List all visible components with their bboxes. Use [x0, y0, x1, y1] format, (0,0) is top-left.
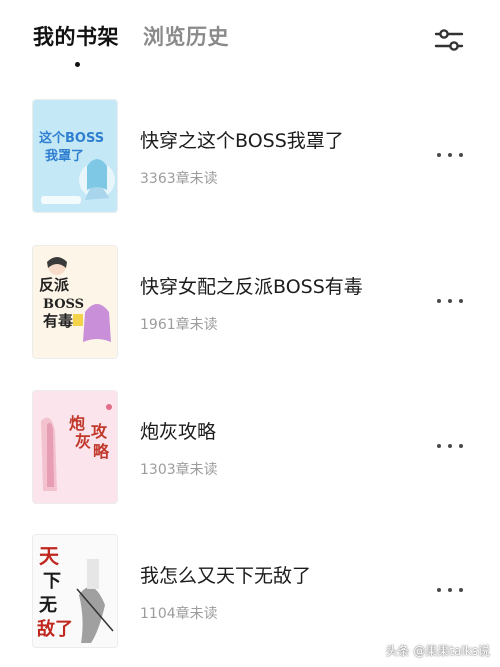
unread-chapters: 1303章未读 — [140, 462, 218, 478]
svg-text:灰: 灰 — [75, 432, 91, 451]
more-horizontal-icon — [437, 588, 441, 592]
watermark: 头条 @果果talks说 — [385, 644, 490, 658]
book-item[interactable]: 这个BOSS 我罩了 快穿之这个BOSS我罩了 3363章未读 — [0, 96, 500, 212]
more-options-button[interactable] — [437, 439, 463, 453]
book-title: 快穿之这个BOSS我罩了 — [140, 130, 344, 152]
book-cover: 天 下 无 敌了 — [33, 535, 117, 647]
tab-history[interactable]: 浏览历史 — [143, 22, 229, 52]
svg-text:炮: 炮 — [69, 414, 85, 433]
more-horizontal-icon — [437, 444, 441, 448]
book-item[interactable]: 天 下 无 敌了 我怎么又天下无敌了 1104章未读 — [0, 531, 500, 647]
svg-text:下: 下 — [43, 571, 61, 592]
more-options-button[interactable] — [437, 148, 463, 162]
book-title: 炮灰攻略 — [140, 421, 217, 443]
shelf-tabs: 我的书架 浏览历史 — [33, 22, 229, 52]
svg-text:无: 无 — [39, 595, 57, 616]
more-horizontal-icon — [437, 153, 441, 157]
book-cover: 这个BOSS 我罩了 — [33, 100, 117, 212]
svg-text:略: 略 — [93, 442, 110, 461]
tab-bookshelf[interactable]: 我的书架 — [33, 22, 119, 52]
active-tab-indicator — [75, 62, 80, 67]
unread-chapters: 3363章未读 — [140, 171, 218, 187]
svg-text:BOSS: BOSS — [43, 297, 84, 312]
svg-text:反派: 反派 — [39, 276, 70, 294]
filter-button[interactable] — [433, 26, 465, 54]
unread-chapters: 1961章未读 — [140, 317, 218, 333]
svg-text:天: 天 — [39, 544, 60, 568]
unread-chapters: 1104章未读 — [140, 606, 218, 622]
svg-text:我罩了: 我罩了 — [45, 148, 84, 164]
more-horizontal-icon — [437, 299, 441, 303]
sliders-icon — [434, 29, 464, 51]
book-cover: 炮 灰 攻 略 — [33, 391, 117, 503]
book-title: 我怎么又天下无敌了 — [140, 565, 312, 587]
more-options-button[interactable] — [437, 583, 463, 597]
svg-text:攻: 攻 — [91, 422, 108, 441]
book-item[interactable]: 炮 灰 攻 略 炮灰攻略 1303章未读 — [0, 387, 500, 503]
svg-text:敌了: 敌了 — [37, 618, 73, 640]
svg-text:有毒: 有毒 — [43, 312, 73, 330]
book-item[interactable]: 反派 BOSS 有毒 快穿女配之反派BOSS有毒 1961章未读 — [0, 242, 500, 358]
more-options-button[interactable] — [437, 294, 463, 308]
book-title: 快穿女配之反派BOSS有毒 — [140, 276, 363, 298]
book-cover: 反派 BOSS 有毒 — [33, 246, 117, 358]
cover-title: 这个BOSS — [39, 130, 104, 146]
